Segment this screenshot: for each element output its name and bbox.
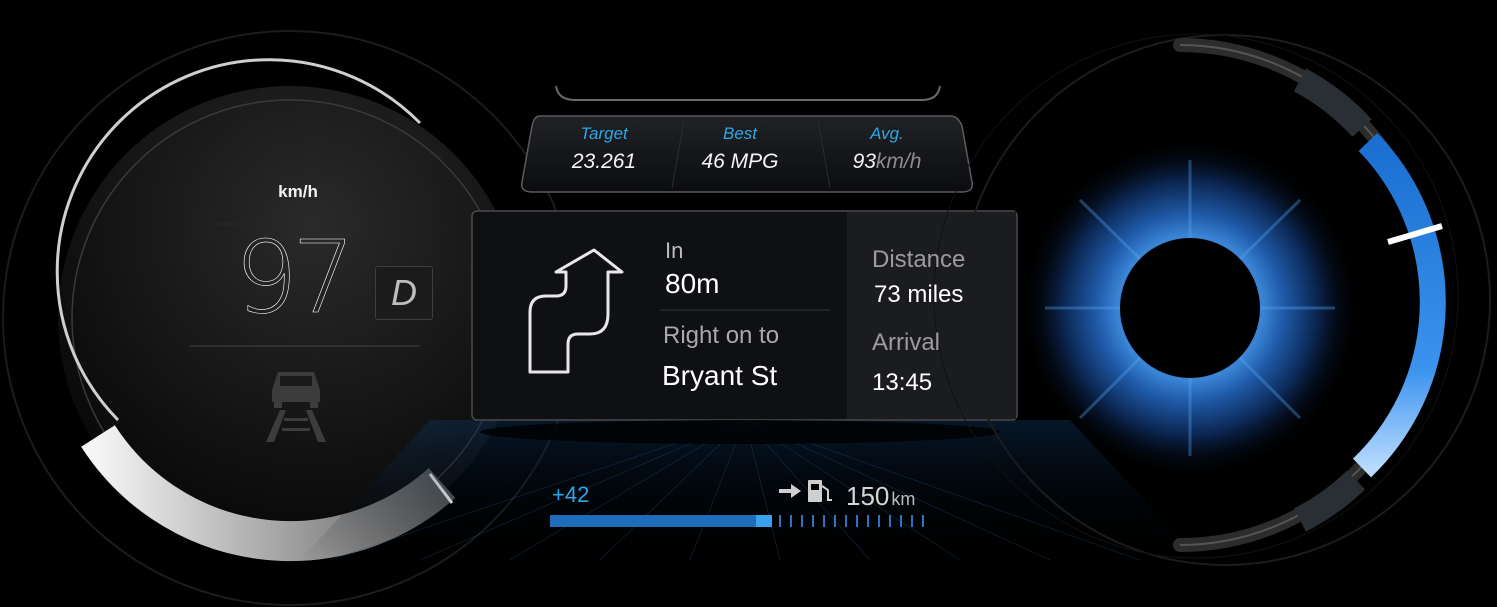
- stat-avg-value-row: 93km/h: [822, 150, 952, 174]
- range-readout: 150 km: [846, 481, 915, 512]
- nav-street-name: Bryant St: [662, 360, 778, 391]
- nav-turn-distance: 80m: [665, 268, 720, 299]
- car-lane-icon: [266, 372, 326, 442]
- nav-arrival-label: Arrival: [872, 329, 941, 356]
- stat-best: Best 46 MPG: [675, 124, 805, 174]
- top-bracket: [555, 85, 941, 101]
- power-level-arc: [1352, 132, 1446, 478]
- stat-target: Target 23.261: [539, 124, 669, 174]
- range-unit: km: [891, 489, 916, 509]
- range-value: 150: [846, 481, 890, 511]
- stat-best-value: 46 MPG: [701, 150, 779, 173]
- stat-avg: Avg. 93km/h: [822, 124, 952, 174]
- nav-arrival-value: 13:45: [872, 369, 933, 396]
- nav-distance-label: Distance: [872, 246, 966, 273]
- stat-avg-unit: km/h: [875, 150, 922, 173]
- range-fill: [550, 515, 756, 527]
- stat-avg-label: Avg.: [870, 124, 904, 143]
- speed-unit-label: km/h: [278, 182, 318, 201]
- range-delta: +42: [552, 482, 590, 507]
- nav-distance-value: 73 miles: [874, 281, 964, 308]
- stat-best-label: Best: [722, 124, 758, 143]
- speed-value: 97: [234, 219, 356, 336]
- stat-target-label: Target: [580, 124, 628, 143]
- gear-indicator: D: [375, 266, 433, 320]
- power-glow-core: [1120, 238, 1260, 378]
- stat-target-value: 23.261: [571, 150, 637, 173]
- nav-direction: Right on to: [663, 322, 780, 349]
- stat-avg-value: 93: [852, 150, 876, 173]
- nav-in-label: In: [665, 238, 684, 263]
